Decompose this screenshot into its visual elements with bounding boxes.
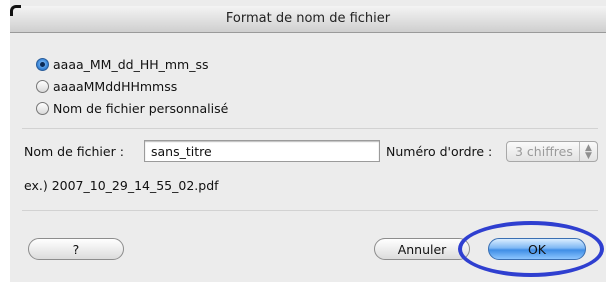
dialog-window: Format de nom de fichier aaaa_MM_dd_HH_m… [10,0,606,282]
radio-option-1[interactable]: aaaa_MM_dd_HH_mm_ss [36,54,209,74]
radio-option-3[interactable]: Nom de fichier personnalisé [36,98,228,118]
sequence-select-value: 3 chiffres [515,144,573,159]
radio-option-label: aaaaMMddHHmmss [53,78,178,94]
sequence-label: Numéro d'ordre : [386,144,493,159]
radio-option-label: Nom de fichier personnalisé [53,100,229,116]
dialog-title: Format de nom de fichier [10,6,606,33]
filename-label: Nom de fichier : [24,144,124,159]
separator [22,128,598,129]
help-button[interactable]: ? [28,238,124,260]
window-corner-mark [10,5,21,16]
filename-input[interactable]: sans_titre [144,140,380,162]
radio-unselected-icon[interactable] [36,79,49,93]
ok-button[interactable]: OK [488,238,586,260]
sequence-select[interactable]: 3 chiffres ▲ ▼ [506,141,598,162]
separator [22,210,598,211]
radio-unselected-icon[interactable] [36,101,49,115]
radio-option-2[interactable]: aaaaMMddHHmmss [36,76,177,96]
example-text: ex.) 2007_10_29_14_55_02.pdf [24,178,219,193]
cancel-button[interactable]: Annuler [374,238,470,260]
updown-arrows-icon: ▲ ▼ [579,142,597,161]
radio-selected-icon[interactable] [36,57,49,71]
radio-option-label: aaaa_MM_dd_HH_mm_ss [53,56,209,72]
